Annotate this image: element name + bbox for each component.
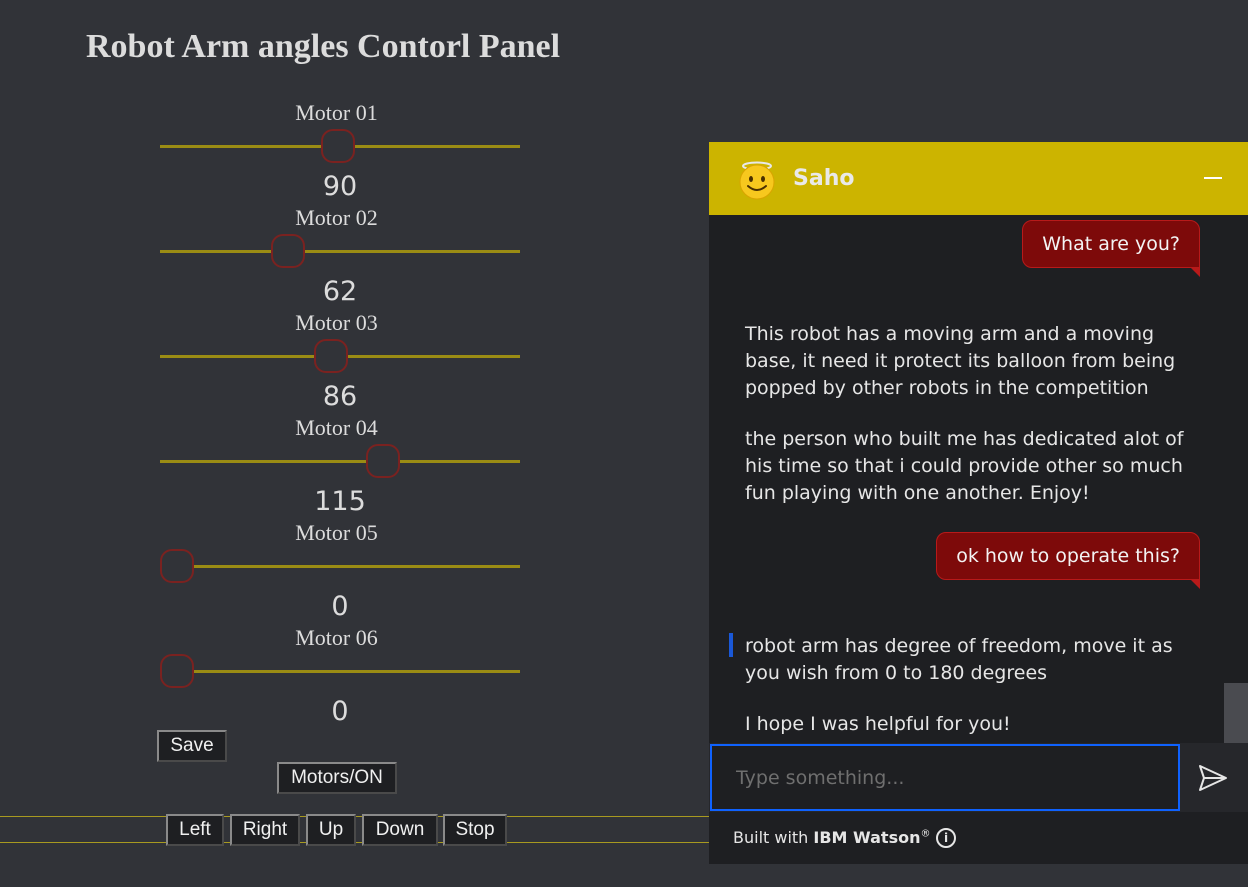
chat-input-row (709, 743, 1248, 812)
slider-thumb[interactable] (314, 339, 348, 373)
control-panel-page: Robot Arm angles Contorl Panel Motor 01 … (0, 0, 1248, 887)
footer-prefix: Built with (733, 828, 814, 847)
bot-message: I hope I was helpful for you! (745, 713, 1011, 735)
motor-02-label: Motor 02 (295, 205, 378, 230)
bot-message: robot arm has degree of freedom, move it… (745, 635, 1173, 684)
motor-06-label: Motor 06 (295, 625, 378, 650)
chat-scrollbar[interactable] (1224, 683, 1248, 743)
motor-04-value: 115 (314, 486, 366, 517)
left-button[interactable]: Left (166, 814, 224, 846)
user-message: ok how to operate this? (936, 532, 1200, 589)
slider-thumb[interactable] (160, 549, 194, 583)
motor-05-value: 0 (331, 591, 349, 622)
user-message: What are you? (1022, 220, 1200, 277)
motor-06-slider[interactable] (160, 652, 520, 692)
down-button[interactable]: Down (362, 814, 438, 846)
motor-03-label: Motor 03 (295, 310, 378, 335)
built-with-text: Built with IBM Watson® (733, 828, 930, 847)
motor-04-label: Motor 04 (295, 415, 378, 440)
slider-track (160, 460, 520, 463)
stop-button[interactable]: Stop (443, 814, 507, 846)
motor-01-slider[interactable] (160, 127, 520, 167)
slider-thumb[interactable] (366, 444, 400, 478)
footer-mark: ® (920, 828, 931, 840)
motor-01-label: Motor 01 (295, 100, 378, 125)
slider-track (160, 670, 520, 673)
slider-track (160, 565, 520, 568)
chat-widget: Saho What are you? This robot has a movi… (709, 142, 1248, 864)
motor-02-slider[interactable] (160, 232, 520, 272)
minimize-icon[interactable] (1204, 177, 1222, 179)
slider-track (160, 250, 520, 253)
motor-06-value: 0 (331, 696, 349, 727)
slider-thumb[interactable] (321, 129, 355, 163)
up-button[interactable]: Up (306, 814, 356, 846)
motors-on-button[interactable]: Motors/ON (277, 762, 397, 794)
save-button[interactable]: Save (157, 730, 227, 762)
page-title: Robot Arm angles Contorl Panel (86, 28, 561, 65)
motor-02-value: 62 (322, 276, 358, 307)
motor-04-slider[interactable] (160, 442, 520, 482)
motor-03-slider[interactable] (160, 337, 520, 377)
bot-message: the person who built me has dedicated al… (745, 428, 1184, 504)
right-button[interactable]: Right (230, 814, 300, 846)
chat-header: Saho (709, 142, 1248, 215)
slider-thumb[interactable] (271, 234, 305, 268)
info-icon[interactable]: i (936, 828, 956, 848)
slider-thumb[interactable] (160, 654, 194, 688)
motor-05-label: Motor 05 (295, 520, 378, 545)
motor-01-value: 90 (322, 171, 358, 202)
motor-03-value: 86 (322, 381, 358, 412)
message-list: What are you? This robot has a moving ar… (709, 215, 1248, 743)
bot-message: This robot has a moving arm and a moving… (745, 323, 1176, 399)
bot-message-marker (729, 633, 733, 657)
footer-brand: IBM Watson (813, 828, 921, 847)
smiling-face-with-halo-icon (739, 161, 775, 200)
chat-footer: Built with IBM Watson® i (709, 812, 1248, 864)
bot-name: Saho (793, 166, 855, 191)
chat-message-input[interactable] (710, 744, 1180, 811)
send-icon[interactable] (1198, 764, 1228, 792)
motor-05-slider[interactable] (160, 547, 520, 587)
